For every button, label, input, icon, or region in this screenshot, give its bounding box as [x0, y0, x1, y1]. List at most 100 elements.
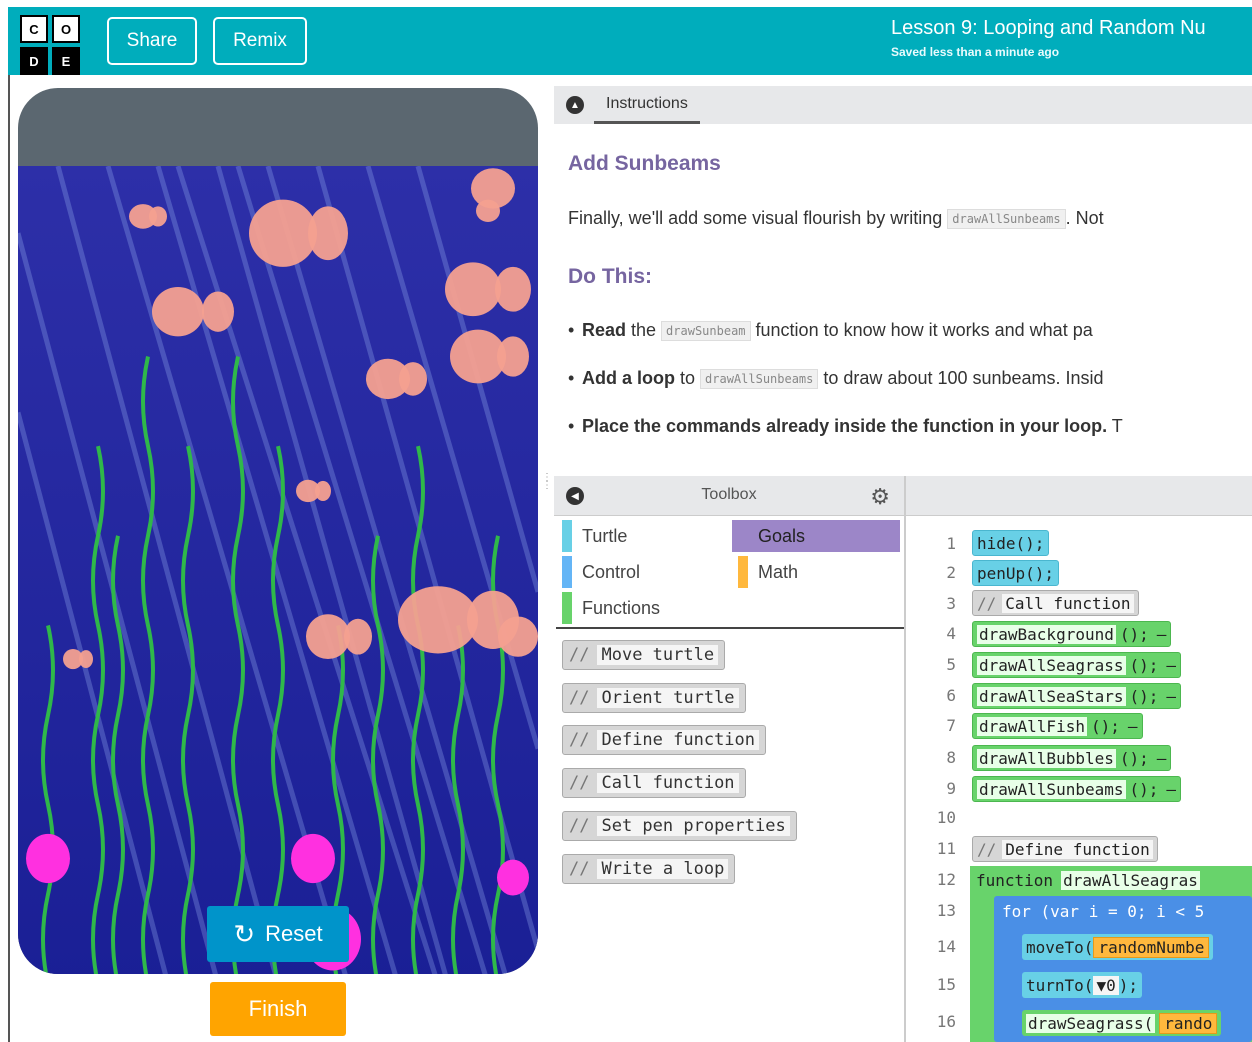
code-block-function-def[interactable]: function drawAllSeagras [972, 867, 1208, 893]
code-block-hide[interactable]: hide(); [972, 530, 1050, 556]
instructions-header: ▲ Instructions [554, 86, 1252, 124]
save-status: Saved less than a minute ago [891, 45, 1060, 59]
text: . Not [1065, 208, 1104, 228]
resize-grip[interactable]: ⋮ ⋮ [542, 473, 552, 504]
line-number: 12 [936, 870, 956, 889]
remove-icon[interactable]: – [1166, 780, 1176, 799]
function-name: drawAllFish [977, 716, 1087, 736]
text: the [626, 320, 662, 340]
code-block-call[interactable]: drawAllSeaStars (); – [972, 683, 1182, 709]
tab-instructions[interactable]: Instructions [594, 86, 700, 124]
call-suffix: (); [1119, 624, 1149, 644]
text: to [675, 368, 701, 388]
block-label: Set pen properties [597, 816, 790, 836]
remove-icon[interactable]: – [1166, 687, 1176, 706]
logo-letter: O [52, 15, 80, 43]
remove-icon[interactable]: – [1157, 625, 1167, 644]
block-label: Define function [597, 730, 760, 750]
category-label: Control [582, 561, 641, 582]
collapse-icon[interactable]: ▲ [566, 96, 584, 114]
code-block-for-loop[interactable]: for (var i = 0; i < 5 [998, 898, 1209, 924]
category-swatch [562, 592, 572, 624]
line-number: 5 [946, 655, 956, 674]
code-block-call[interactable]: drawBackground (); – [972, 621, 1172, 647]
comment-glyph: // [569, 816, 590, 836]
call-suffix: (); [1119, 748, 1149, 768]
code-block-drawseagrass[interactable]: drawSeagrass(rando [1022, 1010, 1222, 1036]
category-swatch [562, 556, 572, 588]
do-this-heading: Do This: [568, 265, 652, 288]
comment-text: Define function [1002, 839, 1153, 859]
share-button[interactable]: Share [107, 17, 197, 65]
comment-glyph: // [569, 688, 590, 708]
code-block-call[interactable]: drawAllSeagrass (); – [972, 652, 1182, 678]
visualization-frame [18, 88, 538, 974]
category-turtle[interactable]: Turtle [556, 520, 730, 552]
reset-icon: ↻ [233, 918, 256, 949]
lesson-title: Lesson 9: Looping and Random Nu [891, 17, 1206, 39]
logo-letter: D [20, 47, 48, 75]
code-chip: drawAllSunbeams [700, 369, 819, 390]
line-number: 9 [946, 779, 956, 798]
category-functions[interactable]: Functions [556, 592, 730, 624]
remove-icon[interactable]: – [1166, 656, 1176, 675]
comment-glyph: // [977, 839, 997, 859]
call-suffix: (); [1090, 716, 1120, 736]
line-number: 10 [936, 808, 956, 827]
toolbox-block-call-function[interactable]: // Call function [562, 768, 746, 798]
code-block-call[interactable]: drawAllBubbles (); – [972, 745, 1172, 771]
category-math[interactable]: Math [732, 556, 900, 588]
line-number: 8 [946, 748, 956, 767]
gear-icon[interactable]: ⚙ [870, 484, 890, 510]
finish-button[interactable]: Finish [210, 982, 346, 1036]
reset-button[interactable]: ↻ Reset [207, 906, 349, 962]
toolbox-divider [556, 627, 904, 629]
code-block-penup[interactable]: penUp(); [972, 560, 1060, 586]
page-border [8, 75, 10, 1042]
code-chip: drawSunbeam [661, 321, 751, 342]
code-block-call[interactable]: drawAllSunbeams (); – [972, 776, 1182, 802]
code-org-logo[interactable]: C O D E [20, 15, 80, 75]
line-number: 6 [946, 686, 956, 705]
category-goals[interactable]: Goals [732, 520, 900, 552]
bold-text: Place the commands already inside the fu… [582, 416, 1108, 436]
argument: randomNumbe [1093, 936, 1210, 958]
code-block-turnto[interactable]: turnTo(▼0); [1022, 972, 1142, 998]
argument: rando [1159, 1012, 1218, 1034]
toolbox-block-define-function[interactable]: // Define function [562, 725, 767, 755]
comment-glyph: // [569, 730, 590, 750]
function-name: drawAllBubbles [977, 748, 1116, 768]
list-item: Read the drawSunbeam function to know ho… [568, 320, 1093, 342]
drawing-canvas [18, 166, 538, 974]
comment-glyph: // [569, 773, 590, 793]
code-block-comment[interactable]: //Call function [972, 590, 1139, 616]
toolbox-block-write-a-loop[interactable]: // Write a loop [562, 854, 736, 884]
toolbox-block-orient-turtle[interactable]: // Orient turtle [562, 683, 746, 713]
bold-text: Read [582, 320, 627, 340]
line-number: 7 [946, 716, 956, 735]
code-block-call[interactable]: drawAllFish (); – [972, 713, 1143, 739]
dropdown-argument[interactable]: ▼0 [1093, 975, 1119, 995]
line-number: 11 [936, 839, 956, 858]
toolbox-block-move-turtle[interactable]: // Move turtle [562, 640, 726, 670]
category-control[interactable]: Control [556, 556, 730, 588]
comment-text: Call function [1002, 593, 1134, 613]
line-number: 15 [936, 975, 956, 994]
remove-icon[interactable]: – [1157, 749, 1167, 768]
comment-glyph: // [977, 593, 997, 613]
function-name: drawSeagrass( [1026, 1013, 1156, 1033]
call-suffix: (); [1129, 686, 1159, 706]
remove-icon[interactable]: – [1128, 717, 1138, 736]
instruction-heading: Add Sunbeams [568, 152, 721, 175]
remix-button[interactable]: Remix [213, 17, 307, 65]
function-name: moveTo( [1026, 937, 1094, 957]
code-block-moveto[interactable]: moveTo(randomNumbe [1022, 934, 1214, 960]
function-name: drawAllSeaStars [977, 686, 1126, 706]
call-suffix: (); [1129, 779, 1159, 799]
line-number: 16 [936, 1012, 956, 1031]
block-label: Orient turtle [597, 688, 739, 708]
list-item: Place the commands already inside the fu… [568, 416, 1123, 437]
code-block-comment[interactable]: //Define function [972, 836, 1158, 862]
toolbox-block-set-pen-properties[interactable]: // Set pen properties [562, 811, 797, 841]
text: T [1107, 416, 1123, 436]
